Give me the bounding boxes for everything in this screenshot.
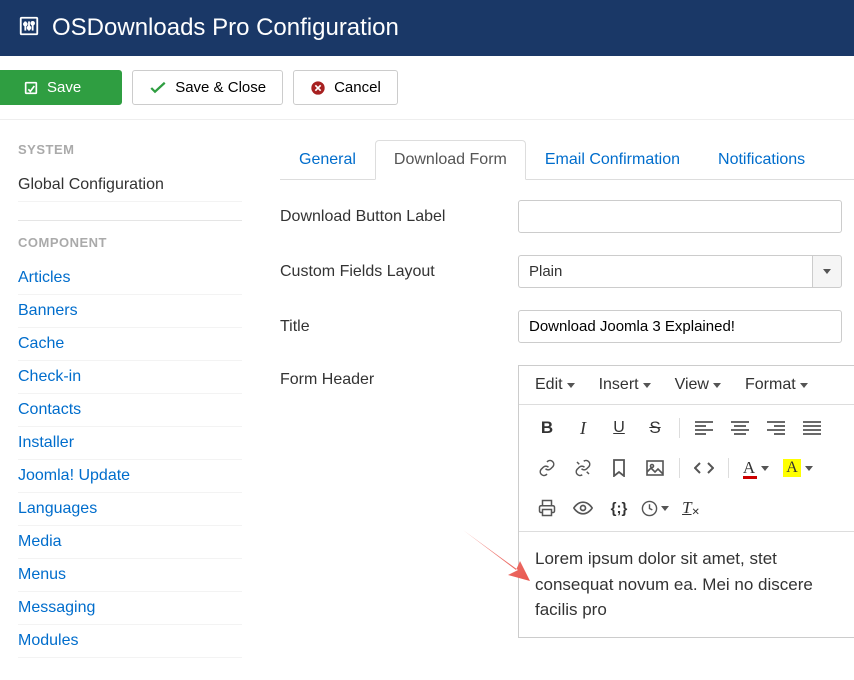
editor-menu-format[interactable]: Format [745,376,808,394]
sidebar-item-menus[interactable]: Menus [18,559,242,592]
content-area: General Download Form Email Confirmation… [260,120,854,680]
wysiwyg-editor: Edit Insert View Format B I U S [518,365,854,638]
datetime-icon[interactable] [639,493,671,523]
sidebar: SYSTEM Global Configuration COMPONENT Ar… [0,120,260,680]
print-icon[interactable] [531,493,563,523]
sidebar-item-languages[interactable]: Languages [18,493,242,526]
editor-toolbar: B I U S A [519,405,854,532]
sidebar-item-cache[interactable]: Cache [18,328,242,361]
sidebar-item-checkin[interactable]: Check-in [18,361,242,394]
code-icon[interactable] [688,453,720,483]
align-center-icon[interactable] [724,413,756,443]
clear-format-icon[interactable]: T✕ [675,493,707,523]
bookmark-icon[interactable] [603,453,635,483]
form-header-label: Form Header [280,365,518,638]
unlink-icon[interactable] [567,453,599,483]
title-label: Title [280,318,518,336]
image-icon[interactable] [639,453,671,483]
tab-general[interactable]: General [280,140,375,179]
page-header: OSDownloads Pro Configuration [0,0,854,56]
download-button-label-input[interactable] [518,200,842,233]
editor-menu-view[interactable]: View [675,376,721,394]
link-icon[interactable] [531,453,563,483]
template-icon[interactable]: {;} [603,493,635,523]
chevron-down-icon[interactable] [812,255,842,288]
sidebar-item-modules[interactable]: Modules [18,625,242,658]
preview-icon[interactable] [567,493,599,523]
action-toolbar: Save Save & Close Cancel [0,56,854,120]
title-input[interactable] [518,310,842,343]
text-color-icon[interactable]: A [737,453,775,483]
bold-icon[interactable]: B [531,413,563,443]
editor-menubar: Edit Insert View Format [519,366,854,405]
tab-download-form[interactable]: Download Form [375,140,526,180]
page-title: OSDownloads Pro Configuration [52,14,399,42]
cancel-button[interactable]: Cancel [293,70,398,105]
sidebar-item-media[interactable]: Media [18,526,242,559]
sidebar-item-joomla-update[interactable]: Joomla! Update [18,460,242,493]
sidebar-system-heading: SYSTEM [18,142,242,157]
settings-icon [18,15,40,42]
tab-notifications[interactable]: Notifications [699,140,824,179]
editor-menu-edit[interactable]: Edit [535,376,575,394]
editor-content-area[interactable]: Lorem ipsum dolor sit amet, stet consequ… [519,532,854,637]
sidebar-global-configuration[interactable]: Global Configuration [18,169,242,202]
custom-fields-layout-select[interactable]: Plain [518,255,842,288]
strikethrough-icon[interactable]: S [639,413,671,443]
sidebar-item-messaging[interactable]: Messaging [18,592,242,625]
align-left-icon[interactable] [688,413,720,443]
sidebar-component-heading: COMPONENT [18,235,242,250]
underline-icon[interactable]: U [603,413,635,443]
sidebar-item-contacts[interactable]: Contacts [18,394,242,427]
sidebar-item-banners[interactable]: Banners [18,295,242,328]
editor-menu-insert[interactable]: Insert [599,376,651,394]
tab-email-confirmation[interactable]: Email Confirmation [526,140,699,179]
highlight-color-icon[interactable]: A [779,453,817,483]
align-right-icon[interactable] [760,413,792,443]
download-button-label-label: Download Button Label [280,208,518,226]
sidebar-item-articles[interactable]: Articles [18,262,242,295]
save-close-button[interactable]: Save & Close [132,70,283,105]
align-justify-icon[interactable] [796,413,828,443]
tab-bar: General Download Form Email Confirmation… [280,140,854,180]
save-button[interactable]: Save [0,70,122,105]
sidebar-item-installer[interactable]: Installer [18,427,242,460]
custom-fields-layout-label: Custom Fields Layout [280,263,518,281]
italic-icon[interactable]: I [567,413,599,443]
